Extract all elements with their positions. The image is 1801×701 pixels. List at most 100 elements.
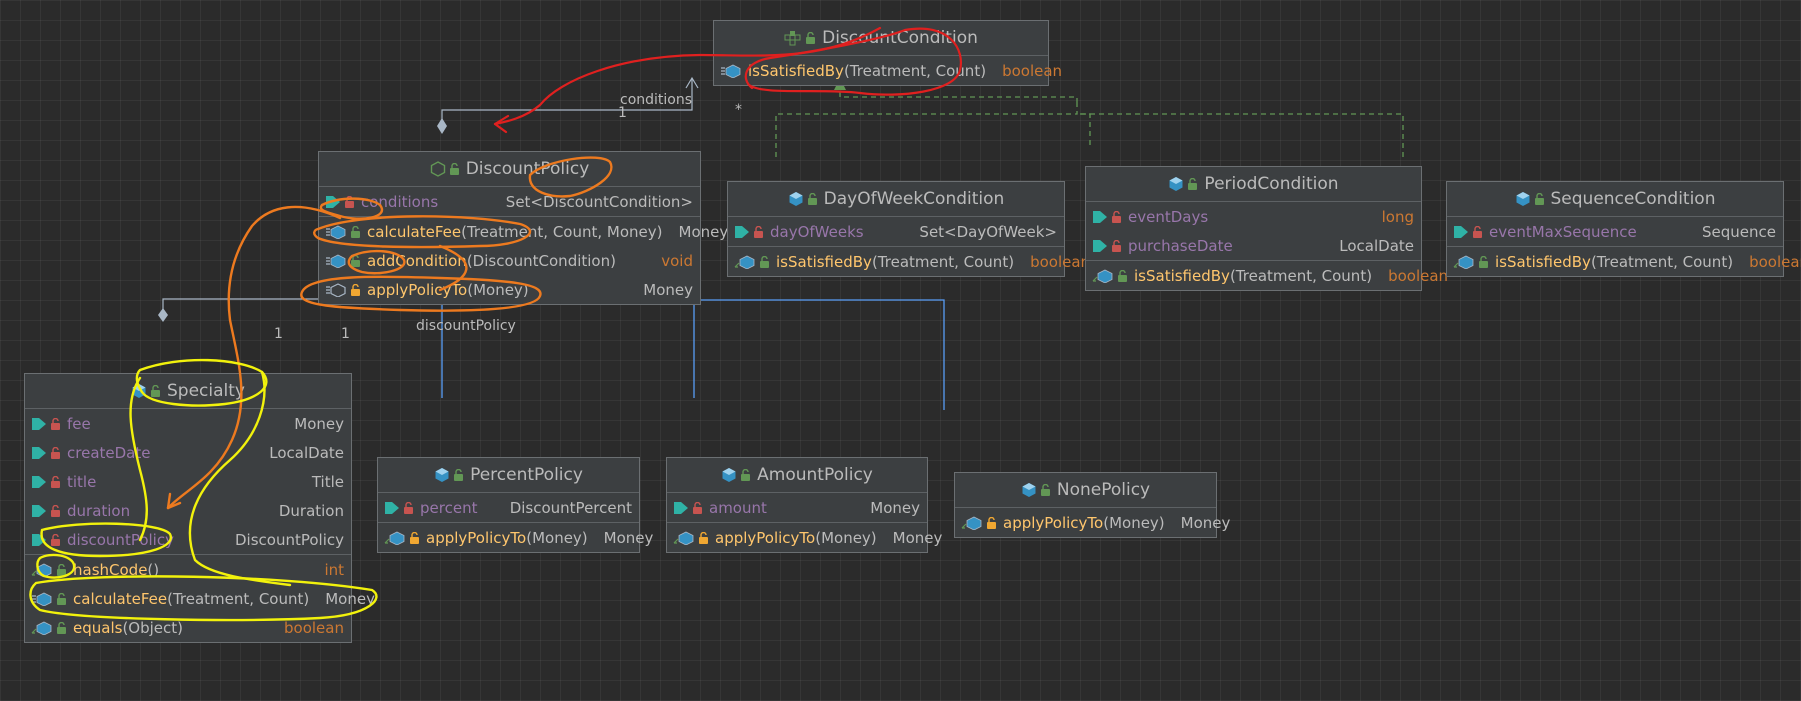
field-row[interactable]: eventDays long xyxy=(1086,202,1421,231)
class-header[interactable]: SequenceCondition xyxy=(1447,182,1783,217)
public-lock-icon xyxy=(1479,255,1488,268)
method-name: isSatisfiedBy xyxy=(1495,252,1591,271)
edge-multiplicity-one-right: 1 xyxy=(341,326,350,342)
method-row[interactable]: calculateFee(Treatment, Count, Money) Mo… xyxy=(319,217,728,246)
class-sequence-condition[interactable]: SequenceCondition eventMaxSequence Seque… xyxy=(1446,181,1801,277)
method-name: isSatisfiedBy xyxy=(1134,266,1230,285)
field-row[interactable]: conditions Set<DiscountCondition> xyxy=(319,187,700,216)
field-type: Set<DiscountCondition> xyxy=(505,192,693,211)
method-name: calculateFee xyxy=(367,222,462,241)
field-tag-icon xyxy=(1092,239,1122,253)
method-name: hashCode xyxy=(73,560,148,579)
method-name: applyPolicyTo xyxy=(426,528,527,547)
method-row[interactable]: addCondition(DiscountCondition) void xyxy=(319,246,700,275)
field-tag-icon xyxy=(31,533,61,547)
field-row[interactable]: purchaseDate LocalDate xyxy=(1086,231,1421,260)
method-row[interactable]: calculateFee(Treatment, Count) Money xyxy=(25,584,375,613)
field-type: Money xyxy=(294,414,344,433)
method-row[interactable]: isSatisfiedBy(Treatment, Count) boolean xyxy=(728,247,1090,276)
field-row[interactable]: amount Money xyxy=(667,493,927,522)
field-tag-icon xyxy=(31,417,61,431)
field-row[interactable]: title Title xyxy=(25,467,351,496)
field-tag-icon xyxy=(31,475,61,489)
method-row[interactable]: applyPolicyTo(Money) Money xyxy=(319,275,700,304)
fields-section: fee Money createDate LocalDate title Tit… xyxy=(25,409,351,555)
composition-diamond-discount-policy xyxy=(158,308,168,322)
field-type: Duration xyxy=(278,501,344,520)
class-name: AmountPolicy xyxy=(757,465,873,485)
public-lock-icon xyxy=(741,469,751,481)
field-tag-icon xyxy=(325,195,355,209)
class-name: Specialty xyxy=(167,381,245,401)
composition-diamond-conditions xyxy=(437,118,447,134)
class-header[interactable]: NonePolicy xyxy=(955,473,1216,508)
private-lock-icon xyxy=(51,504,60,517)
class-discount-policy[interactable]: DiscountPolicy conditions Set<DiscountCo… xyxy=(318,151,728,305)
field-type: Money xyxy=(870,498,920,517)
field-row[interactable]: duration Duration xyxy=(25,496,351,525)
fields-section: amount Money xyxy=(667,493,927,523)
methods-section: isSatisfiedBy(Treatment, Count) boolean xyxy=(728,247,1090,276)
field-tag-icon xyxy=(1092,210,1122,224)
methods-section: hashCode() int calculateFee(Treatment, C… xyxy=(25,555,375,642)
private-lock-icon xyxy=(345,195,354,208)
field-row[interactable]: eventMaxSequence Sequence xyxy=(1447,217,1783,246)
method-row[interactable]: equals(Object) boolean xyxy=(25,613,351,642)
public-lock-icon xyxy=(807,193,817,205)
method-params: (DiscountCondition) xyxy=(466,251,616,270)
method-row[interactable]: hashCode() int xyxy=(25,555,351,584)
class-header[interactable]: AmountPolicy xyxy=(667,458,927,493)
method-params: (Treatment, Count) xyxy=(871,252,1015,271)
class-name: PercentPolicy xyxy=(470,465,583,485)
class-header[interactable]: PeriodCondition xyxy=(1086,167,1421,202)
field-row[interactable]: discountPolicy DiscountPolicy xyxy=(25,525,351,554)
red-arrow-head xyxy=(493,114,510,134)
class-period-condition[interactable]: PeriodCondition eventDays long purchaseD… xyxy=(1085,166,1448,291)
public-lock-icon xyxy=(57,563,66,576)
method-row[interactable]: isSatisfiedBy(Treatment, Count) boolean xyxy=(714,56,1062,85)
field-row[interactable]: percent DiscountPercent xyxy=(378,493,639,522)
method-name: applyPolicyTo xyxy=(1003,513,1104,532)
edge-role-conditions: conditions xyxy=(620,92,693,108)
private-lock-icon xyxy=(51,417,60,430)
method-row[interactable]: isSatisfiedBy(Treatment, Count) boolean xyxy=(1447,247,1801,276)
method-name: applyPolicyTo xyxy=(367,280,468,299)
inheritance-line-amount xyxy=(622,299,695,398)
fields-section: percent DiscountPercent xyxy=(378,493,639,523)
field-row[interactable]: createDate LocalDate xyxy=(25,438,351,467)
field-row[interactable]: dayOfWeeks Set<DayOfWeek> xyxy=(728,217,1064,246)
method-return-type: Money xyxy=(603,528,654,547)
method-row[interactable]: applyPolicyTo(Money) Money xyxy=(955,508,1230,537)
methods-section: isSatisfiedBy(Treatment, Count) boolean xyxy=(714,56,1062,85)
class-header[interactable]: Specialty xyxy=(25,374,351,409)
class-amount-policy[interactable]: AmountPolicy amount Money applyPolicyTo(… xyxy=(666,457,942,553)
field-name: eventDays xyxy=(1128,207,1209,226)
class-header[interactable]: DiscountPolicy xyxy=(319,152,700,187)
method-params: (Object) xyxy=(122,618,183,637)
class-discount-condition[interactable]: DiscountCondition isSatisfiedBy(Treatmen… xyxy=(713,20,1062,86)
field-name: fee xyxy=(67,414,91,433)
class-header[interactable]: DayOfWeekCondition xyxy=(728,182,1064,217)
class-header[interactable]: PercentPolicy xyxy=(378,458,639,493)
field-tag-icon xyxy=(734,225,764,239)
class-percent-policy[interactable]: PercentPolicy percent DiscountPercent ap… xyxy=(377,457,653,553)
class-icon xyxy=(131,383,161,399)
class-header[interactable]: DiscountCondition xyxy=(714,21,1048,56)
public-lock-icon xyxy=(1534,193,1544,205)
private-lock-icon xyxy=(404,501,413,514)
class-day-of-week-condition[interactable]: DayOfWeekCondition dayOfWeeks Set<DayOfW… xyxy=(727,181,1090,277)
public-lock-icon xyxy=(351,254,360,267)
method-row[interactable]: applyPolicyTo(Money) Money xyxy=(667,523,942,552)
private-lock-icon xyxy=(1112,210,1121,223)
class-none-policy[interactable]: NonePolicy applyPolicyTo(Money) Money xyxy=(954,472,1230,538)
methods-section: applyPolicyTo(Money) Money xyxy=(667,523,942,552)
method-row[interactable]: applyPolicyTo(Money) Money xyxy=(378,523,653,552)
method-row[interactable]: isSatisfiedBy(Treatment, Count) boolean xyxy=(1086,261,1448,290)
public-lock-icon xyxy=(57,592,66,605)
field-type: long xyxy=(1381,207,1414,226)
method-params: (Money) xyxy=(815,528,877,547)
class-specialty[interactable]: Specialty fee Money createDate LocalDate… xyxy=(24,373,375,643)
method-name: isSatisfiedBy xyxy=(776,252,872,271)
field-row[interactable]: fee Money xyxy=(25,409,351,438)
class-icon xyxy=(1515,191,1545,207)
